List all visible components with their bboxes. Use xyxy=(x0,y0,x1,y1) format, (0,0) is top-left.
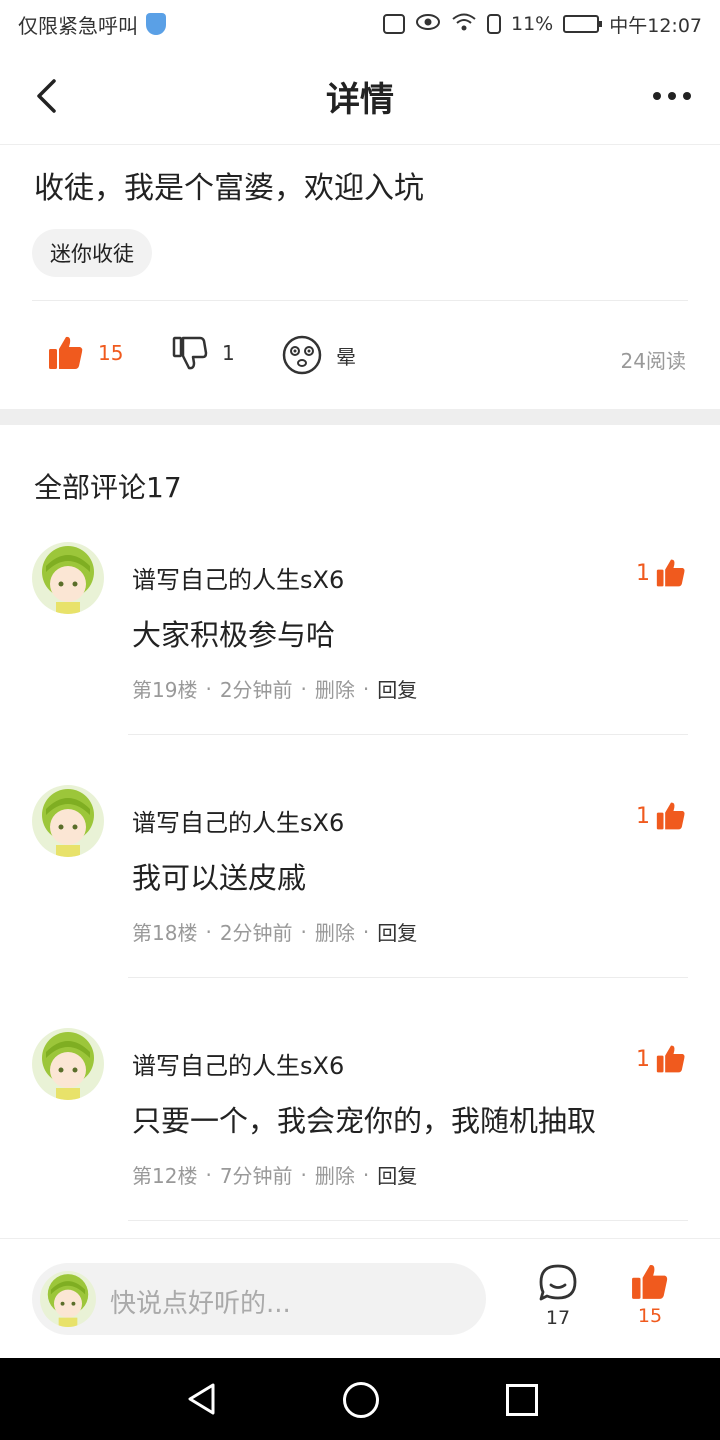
comment-delete-button[interactable]: 删除 xyxy=(315,917,355,946)
post-dizzy-button[interactable]: 晕 xyxy=(282,335,356,375)
status-right: 11% 中午12:07 xyxy=(383,11,702,38)
comment-count: 17 xyxy=(545,1307,571,1329)
dizzy-face-icon xyxy=(282,335,322,375)
sim-alert-icon xyxy=(487,14,501,34)
comment-author[interactable]: 谱写自己的人生sX6 xyxy=(132,803,344,838)
like-count: 15 xyxy=(637,1305,663,1327)
thumbs-down-icon xyxy=(172,336,208,370)
bottom-bar: 快说点好听的... 17 15 xyxy=(0,1238,720,1359)
chevron-left-icon xyxy=(37,79,56,113)
back-button[interactable] xyxy=(26,74,66,118)
like-button[interactable]: 15 xyxy=(620,1263,680,1327)
page-title: 详情 xyxy=(326,79,394,120)
comment-floor: 第12楼 xyxy=(132,1164,198,1188)
divider xyxy=(128,734,688,735)
thumbs-up-icon xyxy=(656,1045,685,1073)
comment-meta: 第19楼 · 2分钟前 · 删除 · 回复 xyxy=(132,674,417,703)
status-time: 中午12:07 xyxy=(609,14,702,37)
comment-reply-button[interactable]: 回复 xyxy=(377,1160,417,1189)
post-text: 收徒，我是个富婆，欢迎入坑 xyxy=(34,171,424,206)
more-button[interactable] xyxy=(648,80,696,112)
comment-item: 谱写自己的人生sX6 1 只要一个，我会宠你的，我随机抽取 第12楼 · 7分钟… xyxy=(0,1028,720,1228)
comment-item: 谱写自己的人生sX6 1 我可以送皮戚 第18楼 · 2分钟前 · 删除 · 回… xyxy=(0,785,720,985)
comment-meta: 第18楼 · 2分钟前 · 删除 · 回复 xyxy=(132,917,417,946)
comment-input[interactable]: 快说点好听的... xyxy=(32,1263,486,1335)
post-dislike-count: 1 xyxy=(222,341,235,365)
divider xyxy=(128,1220,688,1221)
separator-dot: · xyxy=(300,676,307,701)
avatar[interactable] xyxy=(32,542,104,614)
separator-dot: · xyxy=(362,919,370,944)
battery-icon xyxy=(563,15,603,33)
comment-bubble-icon xyxy=(539,1264,577,1301)
post-actions: 15 1 晕 24阅读 xyxy=(0,323,720,387)
comment-like-button[interactable]: 1 xyxy=(636,558,686,588)
comment-delete-button[interactable]: 删除 xyxy=(315,1160,355,1189)
comments-button[interactable]: 17 xyxy=(528,1263,588,1329)
divider xyxy=(32,300,688,301)
vibrate-icon xyxy=(383,14,405,34)
separator-dot: · xyxy=(362,1162,370,1187)
wifi-icon xyxy=(451,12,477,37)
comment-meta: 第12楼 · 7分钟前 · 删除 · 回复 xyxy=(132,1160,417,1189)
post-like-button[interactable]: 15 xyxy=(48,335,123,371)
comment-like-count: 1 xyxy=(636,560,650,586)
comment-time: 2分钟前 xyxy=(219,678,293,702)
comment-text: 只要一个，我会宠你的，我随机抽取 xyxy=(132,1104,597,1138)
status-emergency-text: 仅限紧急呼叫 xyxy=(18,13,138,38)
more-dot-icon xyxy=(668,92,676,100)
status-bar: 仅限紧急呼叫 11% 中午12:07 xyxy=(0,0,720,48)
comment-author[interactable]: 谱写自己的人生sX6 xyxy=(132,560,344,595)
section-separator xyxy=(0,409,720,425)
comment-like-button[interactable]: 1 xyxy=(636,1044,686,1074)
eye-icon xyxy=(415,13,441,36)
more-dot-icon xyxy=(653,92,661,100)
separator-dot: · xyxy=(362,676,370,701)
comment-item: 谱写自己的人生sX6 1 大家积极参与哈 第19楼 · 2分钟前 · 删除 · … xyxy=(0,542,720,742)
separator-dot: · xyxy=(205,919,212,944)
comment-reply-button[interactable]: 回复 xyxy=(377,674,417,703)
comment-like-count: 1 xyxy=(636,1046,650,1072)
avatar xyxy=(40,1271,96,1327)
divider xyxy=(128,977,688,978)
more-dot-icon xyxy=(683,92,691,100)
post-like-count: 15 xyxy=(98,341,124,365)
comment-delete-button[interactable]: 删除 xyxy=(315,674,355,703)
thumbs-up-icon xyxy=(656,559,685,587)
comment-author[interactable]: 谱写自己的人生sX6 xyxy=(132,1046,344,1081)
thumbs-up-icon xyxy=(49,336,83,369)
separator-dot: · xyxy=(300,919,307,944)
separator-dot: · xyxy=(205,676,212,701)
post-dizzy-label: 晕 xyxy=(336,344,356,369)
post-tag[interactable]: 迷你收徒 xyxy=(32,229,152,277)
avatar[interactable] xyxy=(32,785,104,857)
comment-like-button[interactable]: 1 xyxy=(636,801,686,831)
thumbs-up-icon xyxy=(632,1264,668,1299)
system-recents-button[interactable] xyxy=(506,1384,538,1416)
separator-dot: · xyxy=(300,1162,307,1187)
comments-header: 全部评论17 xyxy=(34,471,182,504)
post-dislike-button[interactable]: 1 xyxy=(172,335,235,371)
thumbs-up-icon xyxy=(656,802,685,830)
comment-time: 7分钟前 xyxy=(219,1164,293,1188)
comment-input-placeholder: 快说点好听的... xyxy=(110,1289,291,1319)
avatar[interactable] xyxy=(32,1028,104,1100)
status-left: 仅限紧急呼叫 xyxy=(18,10,166,39)
comment-reply-button[interactable]: 回复 xyxy=(377,917,417,946)
shield-icon xyxy=(146,13,166,35)
comment-time: 2分钟前 xyxy=(219,921,293,945)
read-count: 24阅读 xyxy=(620,349,686,373)
comment-like-count: 1 xyxy=(636,803,650,829)
comment-text: 大家积极参与哈 xyxy=(132,618,336,652)
separator-dot: · xyxy=(205,1162,212,1187)
system-nav-bar xyxy=(0,1358,720,1440)
system-home-button[interactable] xyxy=(343,1382,379,1418)
battery-percent: 11% xyxy=(511,13,554,35)
nav-bar: 详情 xyxy=(0,48,720,145)
comment-text: 我可以送皮戚 xyxy=(132,861,307,895)
comment-floor: 第18楼 xyxy=(132,921,198,945)
comment-floor: 第19楼 xyxy=(132,678,198,702)
system-back-button[interactable] xyxy=(186,1382,216,1420)
triangle-back-icon xyxy=(188,1383,215,1415)
